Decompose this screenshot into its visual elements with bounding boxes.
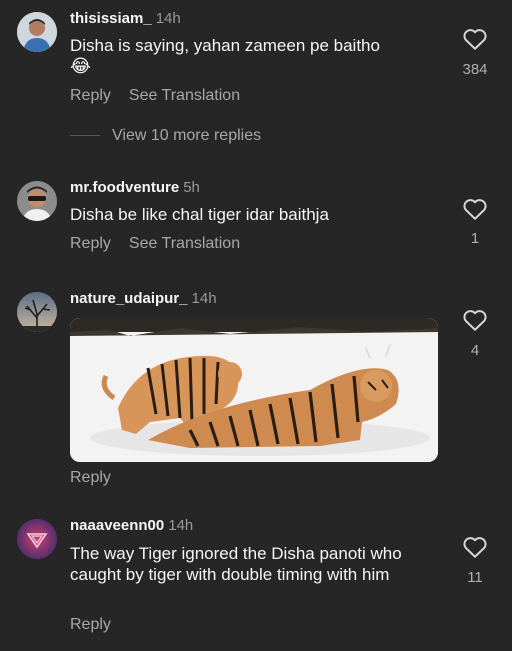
heart-icon[interactable] xyxy=(462,27,490,53)
timestamp: 5h xyxy=(183,179,200,196)
reply-button[interactable]: Reply xyxy=(70,469,111,487)
tiger-gif-image[interactable] xyxy=(70,318,438,462)
divider-line xyxy=(70,135,100,137)
avatar[interactable] xyxy=(17,519,57,559)
heart-icon[interactable] xyxy=(462,197,490,223)
reply-button[interactable]: Reply xyxy=(70,87,111,105)
timestamp: 14h xyxy=(155,10,181,27)
comment-body: Disha be like chal tiger idar baithja xyxy=(70,205,329,224)
reply-button[interactable]: Reply xyxy=(70,235,111,253)
heart-icon[interactable] xyxy=(462,535,490,561)
comment-text: Disha is saying, yahan zameen pe baitho … xyxy=(70,35,425,77)
comment-header: thisissiam_ 14h xyxy=(70,10,181,28)
username[interactable]: thisissiam_ xyxy=(70,10,152,27)
username[interactable]: nature_udaipur_ xyxy=(70,290,188,307)
comment-actions: Reply See Translation xyxy=(70,87,258,105)
like-count: 4 xyxy=(470,342,480,359)
comment-actions: Reply See Translation xyxy=(70,235,258,253)
comment-actions: Reply xyxy=(70,616,129,634)
avatar[interactable] xyxy=(17,292,57,332)
like-count: 384 xyxy=(462,61,488,78)
comment-body: The way Tiger ignored the Disha panoti w… xyxy=(70,544,402,584)
see-translation-button[interactable]: See Translation xyxy=(129,87,240,105)
comment-header: mr.foodventure 5h xyxy=(70,179,200,197)
comment-header: nature_udaipur_ 14h xyxy=(70,290,217,308)
comment-body: Disha is saying, yahan zameen pe baitho xyxy=(70,36,380,55)
username[interactable]: naaaveenn00 xyxy=(70,517,164,534)
view-more-replies-button[interactable]: View 10 more replies xyxy=(70,127,261,145)
reply-button[interactable]: Reply xyxy=(70,616,111,634)
like-count: 11 xyxy=(467,569,483,586)
username[interactable]: mr.foodventure xyxy=(70,179,179,196)
see-translation-button[interactable]: See Translation xyxy=(129,235,240,253)
comment-header: naaaveenn00 14h xyxy=(70,517,193,535)
avatar[interactable] xyxy=(17,12,57,52)
like-count: 1 xyxy=(470,230,480,247)
timestamp: 14h xyxy=(168,517,194,534)
heart-icon[interactable] xyxy=(462,308,490,334)
timestamp: 14h xyxy=(191,290,217,307)
view-more-replies-label: View 10 more replies xyxy=(112,127,262,144)
comment-actions: Reply xyxy=(70,469,129,487)
laughing-emoji-icon: 😂 xyxy=(70,56,92,76)
avatar[interactable] xyxy=(17,181,57,221)
